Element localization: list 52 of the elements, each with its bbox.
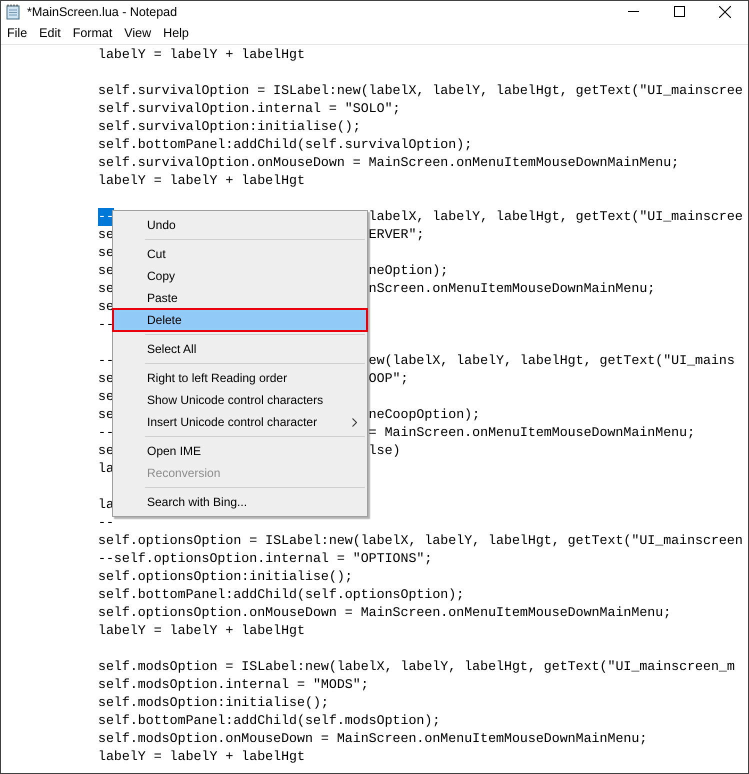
- menu-item[interactable]: File: [1, 24, 34, 42]
- code-line: self.optionsOption.onMouseDown = MainScreen.onMenuItemMouseDownMainMenu;: [98, 604, 672, 622]
- code-line: self.modsOption.onMouseDown = MainScreen.onMenuItemMouseDownMainMenu;: [98, 730, 648, 748]
- code-fragment: OOP";: [368, 370, 408, 388]
- context-menu-item[interactable]: Copy: [113, 265, 367, 287]
- context-menu-item[interactable]: Search with Bing...: [113, 491, 367, 513]
- context-menu-item[interactable]: Select All: [113, 338, 367, 360]
- code-line: self.bottomPanel:addChild(self.modsOption);: [98, 712, 440, 730]
- code-line: self.survivalOption:initialise();: [98, 118, 361, 136]
- code-line: labelY = labelY + labelHgt: [98, 622, 305, 640]
- maximize-icon: [674, 6, 684, 17]
- code-fragment: lse): [368, 442, 400, 460]
- context-menu-item[interactable]: Undo: [113, 214, 367, 236]
- code-line: self.optionsOption = ISLabel:new(labelX, labelY, labelHgt, getText("UI_mainscreen: [98, 532, 743, 550]
- code-line: labelY = labelY + labelHgt: [98, 748, 305, 766]
- context-menu-item[interactable]: Open IME: [113, 440, 367, 462]
- context-menu-item[interactable]: Paste: [113, 287, 367, 309]
- menu-item[interactable]: Help: [157, 24, 195, 42]
- code-line: self.optionsOption:initialise();: [98, 568, 353, 586]
- code-fragment: labelX, labelY, labelHgt, getText("UI_mainscree: [368, 208, 743, 226]
- code-line: self.bottomPanel:addChild(self.optionsOption);: [98, 586, 464, 604]
- context-menu-item[interactable]: Delete: [113, 309, 367, 331]
- code-line: self.modsOption.internal = "MODS";: [98, 676, 369, 694]
- code-line: self.modsOption:initialise();: [98, 694, 329, 712]
- code-fragment: neCoopOption);: [368, 406, 480, 424]
- context-menu-item[interactable]: Show Unicode control characters: [113, 389, 367, 411]
- code-fragment: nScreen.onMenuItemMouseDownMainMenu;: [368, 280, 656, 298]
- menu-item[interactable]: Edit: [33, 24, 67, 42]
- context-menu-item[interactable]: Insert Unicode control character: [113, 411, 367, 433]
- code-line: --self.optionsOption.internal = "OPTIONS";: [98, 550, 432, 568]
- code-line: --: [98, 514, 114, 532]
- context-menu-item[interactable]: Right to left Reading order: [113, 367, 367, 389]
- menu-item[interactable]: View: [118, 24, 158, 42]
- code-line: self.survivalOption.onMouseDown = MainScreen.onMenuItemMouseDownMainMenu;: [98, 154, 680, 172]
- close-icon: [719, 6, 731, 18]
- window-title: *MainScreen.lua - Notepad: [27, 4, 178, 18]
- code-line: labelY = labelY + labelHgt: [98, 172, 305, 190]
- code-fragment: ew(labelX, labelY, labelHgt, getText("UI_mains: [368, 352, 735, 370]
- context-menu-item[interactable]: Cut: [113, 243, 367, 265]
- code-line: labelY = labelY + labelHgt: [98, 46, 305, 64]
- code-fragment: --: [98, 424, 114, 442]
- code-line: self.bottomPanel:addChild(self.survivalOption);: [98, 136, 472, 154]
- menu-item[interactable]: Format: [66, 24, 118, 42]
- code-fragment: ERVER";: [368, 226, 424, 244]
- code-fragment: = MainScreen.onMenuItemMouseDownMainMenu;: [368, 424, 696, 442]
- notepad-icon: [6, 4, 21, 20]
- code-fragment: --: [98, 352, 114, 370]
- code-line: self.modsOption = ISLabel:new(labelX, labelY, labelHgt, getText("UI_mainscreen_m: [98, 658, 735, 676]
- code-fragment: --: [98, 316, 114, 334]
- code-fragment: neOption);: [368, 262, 448, 280]
- code-line: self.survivalOption = ISLabel:new(labelX, labelY, labelHgt, getText("UI_mainscree: [98, 82, 743, 100]
- code-line: self.survivalOption.internal = "SOLO";: [98, 100, 401, 118]
